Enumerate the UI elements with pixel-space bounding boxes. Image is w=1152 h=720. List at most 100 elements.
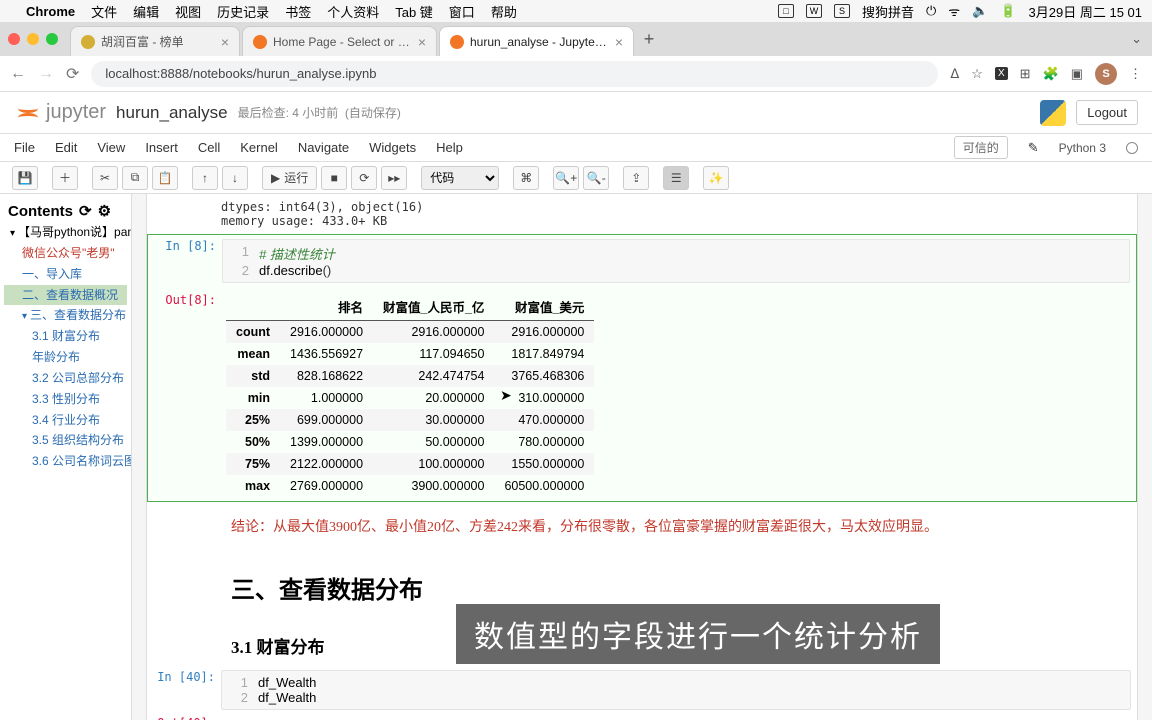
status-icon[interactable]: W	[806, 4, 822, 18]
zoom-in-button[interactable]: 🔍+	[553, 166, 579, 190]
menu-insert[interactable]: Insert	[145, 140, 178, 155]
toc-item[interactable]: 微信公众号"老男"	[4, 243, 127, 264]
volume-icon[interactable]: 🔈	[972, 3, 988, 19]
toc-item[interactable]: 一、导入库	[4, 264, 127, 285]
restart-button[interactable]: ⟳	[351, 166, 377, 190]
toc-item[interactable]: 3.1 财富分布	[4, 326, 127, 347]
chevron-down-icon[interactable]: ⌄	[1131, 31, 1142, 47]
share-icon[interactable]: ᐃ	[950, 66, 959, 82]
active-app-name[interactable]: Chrome	[26, 4, 75, 19]
toc-sidebar: Contents ⟳ ⚙ 【马哥python说】pan微信公众号"老男"一、导入…	[0, 194, 132, 720]
cut-button[interactable]: ✂	[92, 166, 118, 190]
profile-avatar[interactable]: S	[1095, 63, 1117, 85]
close-tab-icon[interactable]: ×	[418, 34, 426, 50]
panel-icon[interactable]: ▣	[1071, 66, 1083, 82]
toc-item[interactable]: 年龄分布	[4, 347, 127, 368]
toc-item[interactable]: 3.5 组织结构分布	[4, 430, 127, 451]
browser-tab[interactable]: Home Page - Select or create … ×	[242, 26, 437, 56]
mac-menu-item[interactable]: Tab 键	[395, 2, 433, 21]
logout-button[interactable]: Logout	[1076, 100, 1138, 125]
toc-toggle-button[interactable]: ☰	[663, 166, 689, 190]
menu-cell[interactable]: Cell	[198, 140, 220, 155]
format-button[interactable]: ✨	[703, 166, 729, 190]
command-palette-button[interactable]: ⌘	[513, 166, 539, 190]
notebook-name[interactable]: hurun_analyse	[116, 103, 228, 123]
menu-help[interactable]: Help	[436, 140, 463, 155]
notebook-area[interactable]: dtypes: int64(3), object(16) memory usag…	[132, 194, 1152, 720]
bookmark-icon[interactable]: ☆	[971, 66, 983, 82]
toc-item[interactable]: 3.6 公司名称词云图	[4, 451, 127, 472]
close-window-button[interactable]	[8, 33, 20, 45]
extension-icon[interactable]: X	[995, 67, 1008, 80]
menu-file[interactable]: File	[14, 140, 35, 155]
gear-icon[interactable]: ⚙	[98, 202, 111, 220]
toc-item[interactable]: 三、查看数据分布	[4, 305, 127, 326]
toc-item[interactable]: 【马哥python说】pan	[4, 222, 127, 243]
toc-item[interactable]: 二、查看数据概况	[4, 285, 127, 306]
fullscreen-window-button[interactable]	[46, 33, 58, 45]
mac-menu-item[interactable]: 窗口	[449, 2, 475, 21]
code-cell[interactable]: In [40]: 1df_Wealth 2df_Wealth Out[40]: …	[147, 666, 1137, 720]
status-icon[interactable]: ⏻	[926, 3, 936, 19]
battery-icon[interactable]: 🔋	[1000, 3, 1016, 19]
input-prompt: In [40]:	[153, 670, 221, 684]
browser-tab[interactable]: 胡润百富 - 榜单 ×	[70, 26, 240, 56]
mac-menu-item[interactable]: 视图	[175, 2, 201, 21]
url-input[interactable]: localhost:8888/notebooks/hurun_analyse.i…	[91, 61, 938, 87]
close-tab-icon[interactable]: ×	[615, 34, 623, 50]
variable-inspector-button[interactable]: ⇪	[623, 166, 649, 190]
jupyter-logo[interactable]: jupyter	[14, 99, 106, 127]
menu-widgets[interactable]: Widgets	[369, 140, 416, 155]
mac-menu-item[interactable]: 文件	[91, 2, 117, 21]
clock[interactable]: 3月29日 周二 15 01	[1029, 2, 1142, 21]
refresh-icon[interactable]: ⟳	[79, 202, 92, 220]
back-button[interactable]: ←	[10, 65, 26, 83]
move-up-button[interactable]: ↑	[192, 166, 218, 190]
table-row: std828.168622242.4747543765.468306	[226, 365, 594, 387]
mac-menu-item[interactable]: 编辑	[133, 2, 159, 21]
mac-menu-item[interactable]: 帮助	[491, 2, 517, 21]
reload-button[interactable]: ⟳	[66, 64, 79, 84]
kebab-menu-icon[interactable]: ⋮	[1129, 66, 1142, 82]
save-button[interactable]: 💾	[12, 166, 38, 190]
menu-navigate[interactable]: Navigate	[298, 140, 349, 155]
code-editor[interactable]: 1# 描述性统计 2df.describe()	[222, 239, 1130, 283]
menu-kernel[interactable]: Kernel	[240, 140, 278, 155]
input-method[interactable]: 搜狗拼音	[862, 2, 914, 21]
markdown-conclusion[interactable]: 结论：从最大值3900亿、最小值20亿、方差242来看，分布很零散，各位富豪掌握…	[147, 502, 1137, 550]
paste-button[interactable]: 📋	[152, 166, 178, 190]
restart-run-all-button[interactable]: ▸▸	[381, 166, 407, 190]
toc-item[interactable]: 3.4 行业分布	[4, 410, 127, 431]
status-icon[interactable]: □	[778, 4, 794, 18]
run-button[interactable]: ▶ 运行	[262, 166, 317, 190]
minimize-window-button[interactable]	[27, 33, 39, 45]
edit-icon[interactable]: ✎	[1028, 140, 1039, 156]
close-tab-icon[interactable]: ×	[221, 34, 229, 50]
code-cell[interactable]: In [8]: 1# 描述性统计 2df.describe() Out[8]: …	[147, 234, 1137, 502]
status-icon[interactable]: S	[834, 4, 850, 18]
browser-tab[interactable]: hurun_analyse - Jupyter Note… ×	[439, 26, 634, 56]
mac-menu-item[interactable]: 个人资料	[327, 2, 379, 21]
copy-button[interactable]: ⧉	[122, 166, 148, 190]
mac-menu-item[interactable]: 历史记录	[217, 2, 269, 21]
code-editor[interactable]: 1df_Wealth 2df_Wealth	[221, 670, 1131, 710]
video-caption: 数值型的字段进行一个统计分析	[456, 604, 940, 664]
add-cell-button[interactable]: ＋	[52, 166, 78, 190]
trusted-indicator[interactable]: 可信的	[954, 136, 1008, 159]
toc-item[interactable]: 3.2 公司总部分布	[4, 368, 127, 389]
interrupt-button[interactable]: ■	[321, 166, 347, 190]
menu-edit[interactable]: Edit	[55, 140, 77, 155]
wifi-icon[interactable]: ᯤ	[948, 2, 960, 20]
move-down-button[interactable]: ↓	[222, 166, 248, 190]
cell-type-select[interactable]: 代码	[421, 166, 499, 190]
kernel-name[interactable]: Python 3	[1059, 141, 1106, 155]
menu-view[interactable]: View	[97, 140, 125, 155]
output-text: dtypes: int64(3), object(16) memory usag…	[147, 194, 1137, 234]
zoom-out-button[interactable]: 🔍-	[583, 166, 609, 190]
toc-item[interactable]: 3.3 性别分布	[4, 389, 127, 410]
extension-icon[interactable]: ⊞	[1020, 66, 1031, 82]
extensions-puzzle-icon[interactable]: 🧩	[1043, 66, 1059, 82]
table-row: 50%1399.00000050.000000780.000000	[226, 431, 594, 453]
mac-menu-item[interactable]: 书签	[285, 2, 311, 21]
new-tab-button[interactable]: +	[636, 26, 662, 52]
